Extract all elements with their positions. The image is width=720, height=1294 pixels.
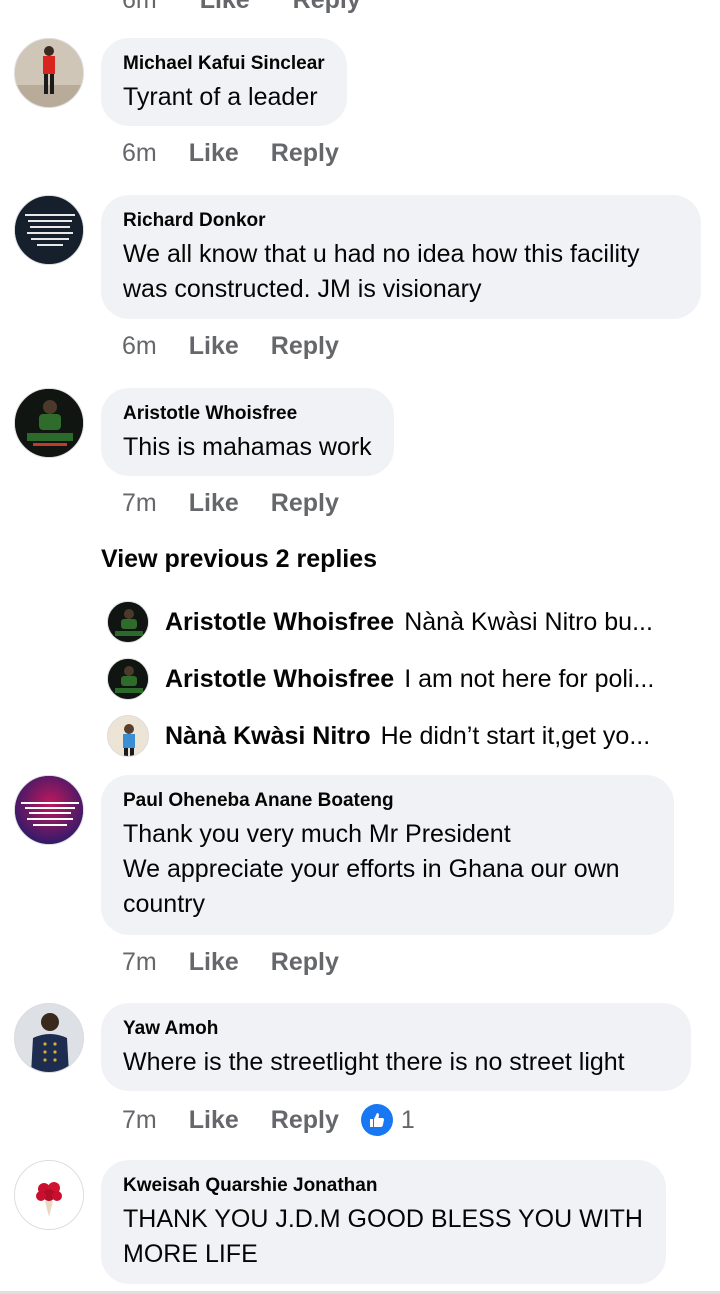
reply-text: Nànà Kwàsi Nitro bu... xyxy=(404,607,653,636)
previous-comment-actions: 6m Like Reply xyxy=(122,0,397,15)
view-previous-replies-link[interactable]: View previous 2 replies xyxy=(101,545,377,574)
like-button[interactable]: Like xyxy=(189,948,239,977)
like-button[interactable]: Like xyxy=(200,0,250,14)
reply-author[interactable]: Aristotle Whoisfree xyxy=(165,608,394,637)
comment-actions: 7m Like Reply 1 xyxy=(122,1104,415,1136)
comment-time: 6m xyxy=(122,139,157,167)
avatar[interactable] xyxy=(14,775,84,845)
reply-button[interactable]: Reply xyxy=(271,139,339,168)
quote-image-icon xyxy=(15,196,83,264)
comment-actions: 7m Like Reply xyxy=(122,948,371,977)
comment-actions: 7m Like Reply xyxy=(122,489,371,518)
reply-button[interactable]: Reply xyxy=(271,489,339,518)
comment-time: 7m xyxy=(122,1105,157,1134)
comment-text: Tyrant of a leader xyxy=(123,83,318,111)
like-button[interactable]: Like xyxy=(189,1106,239,1135)
comment-text: THANK YOU J.D.M GOOD BLESS YOU WITH MORE… xyxy=(123,1205,643,1268)
comment-time: 6m xyxy=(122,0,157,14)
person-photo-icon xyxy=(108,716,148,756)
comment-text: We all know that u had no idea how this … xyxy=(123,240,640,303)
reply-button[interactable]: Reply xyxy=(293,0,361,14)
event-flyer-icon xyxy=(15,776,83,844)
comment-bubble: Kweisah Quarshie Jonathan THANK YOU J.D.… xyxy=(101,1160,666,1284)
comment-author[interactable]: Richard Donkor xyxy=(123,209,679,233)
person-photo-icon xyxy=(15,1004,83,1072)
comment-time: 7m xyxy=(122,948,157,976)
person-photo-icon xyxy=(15,389,83,457)
avatar xyxy=(107,715,149,757)
comment-text: Thank you very much Mr President We appr… xyxy=(123,820,620,918)
thumbs-up-icon xyxy=(360,1104,393,1136)
avatar[interactable] xyxy=(14,38,84,108)
reply-author[interactable]: Aristotle Whoisfree xyxy=(165,665,394,694)
reply-preview[interactable]: Aristotle Whoisfree Nànà Kwàsi Nitro bu.… xyxy=(107,600,707,644)
person-photo-icon xyxy=(108,659,148,699)
comment-bubble: Aristotle Whoisfree This is mahamas work xyxy=(101,388,394,476)
comment-author[interactable]: Paul Oheneba Anane Boateng xyxy=(123,789,652,813)
reply-text: He didn’t start it,get yo... xyxy=(380,721,651,750)
reaction-count: 1 xyxy=(400,1105,415,1134)
comment-author[interactable]: Kweisah Quarshie Jonathan xyxy=(123,1174,644,1198)
comment-time: 7m xyxy=(122,489,157,517)
rose-bouquet-icon xyxy=(15,1161,83,1229)
comment-time: 6m xyxy=(122,332,157,360)
avatar xyxy=(107,601,149,643)
comment-text: This is mahamas work xyxy=(123,433,372,461)
reply-button[interactable]: Reply xyxy=(271,1106,339,1135)
avatar[interactable] xyxy=(14,1160,84,1230)
comment-author[interactable]: Michael Kafui Sinclear xyxy=(123,52,325,76)
reaction-summary[interactable]: 1 xyxy=(360,1104,415,1136)
reply-button[interactable]: Reply xyxy=(271,948,339,977)
reply-preview[interactable]: Aristotle Whoisfree I am not here for po… xyxy=(107,657,707,701)
like-button[interactable]: Like xyxy=(189,139,239,168)
comment-actions: 6m Like Reply xyxy=(122,332,371,361)
comment-actions: 6m Like Reply xyxy=(122,139,371,168)
comment-text: Where is the streetlight there is no str… xyxy=(123,1048,625,1076)
reply-preview[interactable]: Nànà Kwàsi Nitro He didn’t start it,get … xyxy=(107,714,707,758)
comment-bubble: Richard Donkor We all know that u had no… xyxy=(101,195,701,319)
reply-button[interactable]: Reply xyxy=(271,332,339,361)
reply-author[interactable]: Nànà Kwàsi Nitro xyxy=(165,722,371,751)
comment-author[interactable]: Aristotle Whoisfree xyxy=(123,402,372,426)
reply-text: I am not here for poli... xyxy=(404,664,655,693)
comment-author[interactable]: Yaw Amoh xyxy=(123,1017,669,1041)
like-button[interactable]: Like xyxy=(189,332,239,361)
like-button[interactable]: Like xyxy=(189,489,239,518)
comment-bubble: Paul Oheneba Anane Boateng Thank you ver… xyxy=(101,775,674,935)
comment-bubble: Yaw Amoh Where is the streetlight there … xyxy=(101,1003,691,1091)
avatar[interactable] xyxy=(14,388,84,458)
person-photo-icon xyxy=(108,602,148,642)
avatar[interactable] xyxy=(14,1003,84,1073)
person-photo-icon xyxy=(15,39,83,107)
comment-bubble: Michael Kafui Sinclear Tyrant of a leade… xyxy=(101,38,347,126)
avatar xyxy=(107,658,149,700)
avatar[interactable] xyxy=(14,195,84,265)
